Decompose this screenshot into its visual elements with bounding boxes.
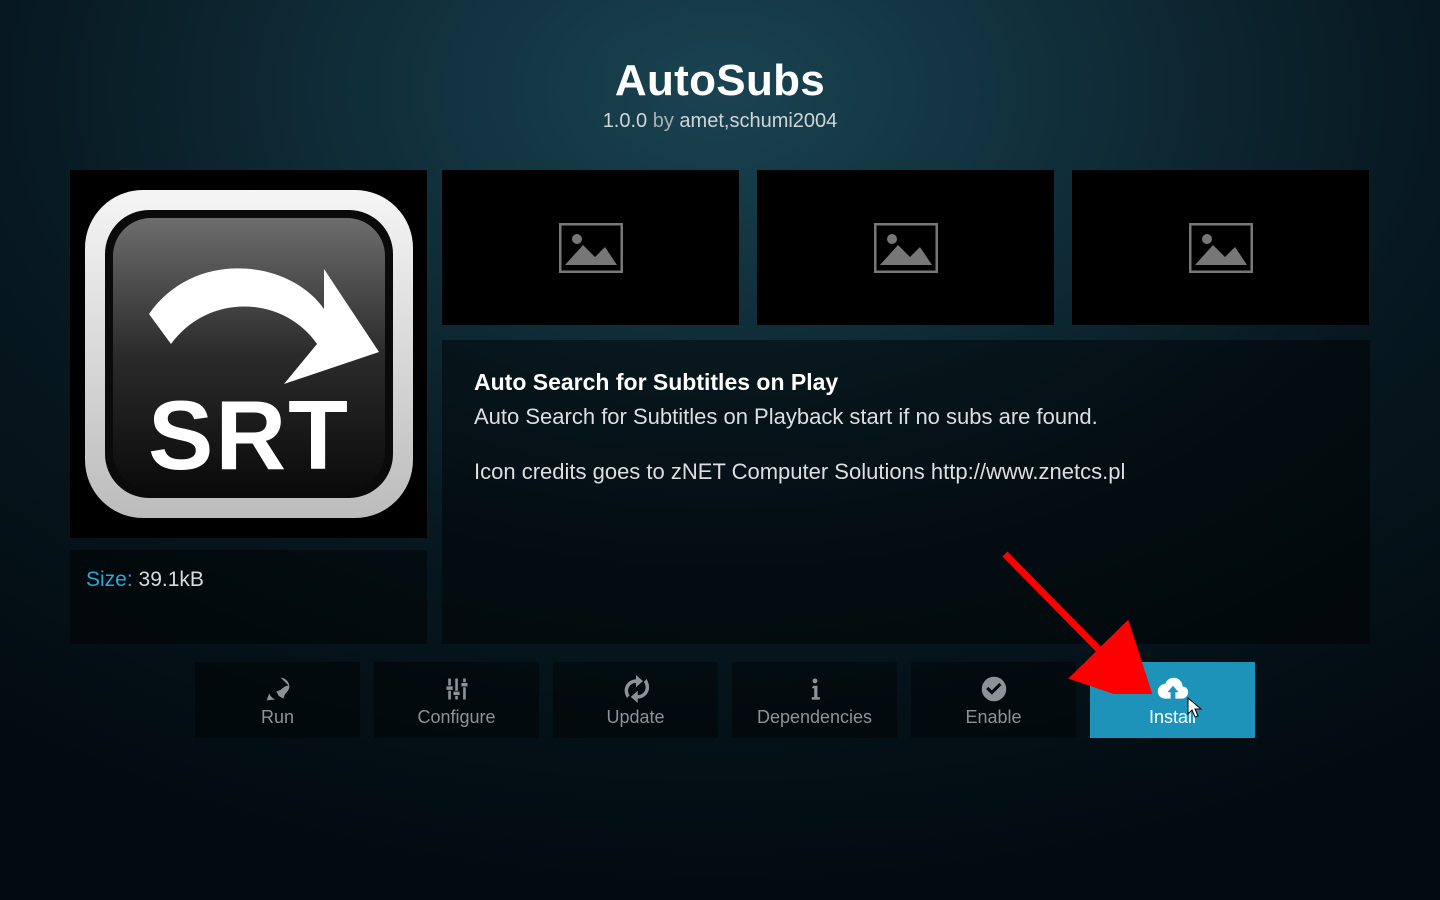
screenshot-row	[442, 170, 1370, 325]
description-line: Icon credits goes to zNET Computer Solut…	[474, 456, 1338, 487]
button-label: Configure	[417, 707, 495, 728]
run-button[interactable]: Run	[195, 662, 360, 738]
size-label: Size:	[86, 568, 133, 591]
addon-author: amet,schumi2004	[679, 110, 837, 132]
addon-version: 1.0.0	[603, 110, 647, 132]
description-heading: Auto Search for Subtitles on Play	[474, 366, 1338, 399]
size-value: 39.1kB	[139, 568, 204, 591]
description-panel: Auto Search for Subtitles on Play Auto S…	[442, 340, 1370, 644]
srt-badge-text: SRT	[148, 380, 350, 490]
refresh-icon	[622, 673, 650, 705]
rocket-icon	[264, 673, 292, 705]
addon-title: AutoSubs	[0, 56, 1440, 106]
addon-byline: 1.0.0 by amet,schumi2004	[0, 110, 1440, 133]
by-word: by	[653, 110, 674, 132]
addon-icon: SRT	[70, 170, 427, 538]
screenshot-thumb[interactable]	[442, 170, 739, 325]
image-placeholder-icon	[874, 223, 938, 273]
image-placeholder-icon	[1189, 223, 1253, 273]
cloud-download-icon	[1157, 673, 1189, 705]
enable-button[interactable]: Enable	[911, 662, 1076, 738]
update-button[interactable]: Update	[553, 662, 718, 738]
button-label: Enable	[965, 707, 1021, 728]
button-label: Dependencies	[757, 707, 872, 728]
configure-button[interactable]: Configure	[374, 662, 539, 738]
button-label: Run	[261, 707, 294, 728]
button-label: Install	[1149, 707, 1196, 728]
image-placeholder-icon	[559, 223, 623, 273]
screenshot-thumb[interactable]	[757, 170, 1054, 325]
dependencies-button[interactable]: Dependencies	[732, 662, 897, 738]
screenshot-thumb[interactable]	[1072, 170, 1369, 325]
sliders-icon	[443, 673, 471, 705]
check-circle-icon	[980, 673, 1008, 705]
action-button-row: Run Configure Update Dependencies Enable…	[195, 662, 1255, 738]
size-panel: Size: 39.1kB	[70, 550, 427, 644]
button-label: Update	[606, 707, 664, 728]
info-icon	[802, 673, 828, 705]
description-line: Auto Search for Subtitles on Playback st…	[474, 401, 1338, 432]
srt-arrow-icon: SRT	[79, 184, 419, 524]
install-button[interactable]: Install	[1090, 662, 1255, 738]
